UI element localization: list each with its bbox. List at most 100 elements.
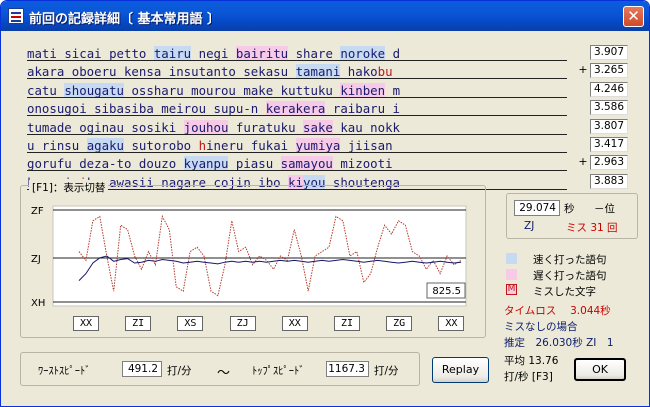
x-label: ZI: [334, 316, 360, 331]
word-normal: ossharu mourou make kuttuku_: [124, 82, 341, 98]
time-loss: タイムロス 3.044秒: [504, 305, 611, 317]
ok-button[interactable]: OK: [574, 358, 626, 381]
word-fast: agaku: [86, 138, 124, 153]
y-label-mid: ZJ: [31, 254, 41, 265]
word-slow: samayou: [280, 156, 333, 172]
window-title: 前回の記録詳細〔 基本常用語 〕: [29, 12, 221, 27]
y-label-top: ZF: [31, 206, 44, 217]
x-label: ZI: [125, 316, 152, 331]
typed-line: catu shougatu ossharu mourou make kuttuk…: [27, 82, 567, 98]
x-label: XX: [73, 316, 99, 331]
word-normal: mizooti: [332, 156, 393, 172]
no-miss-estimate: 推定 26.030秒 ZI 1: [504, 337, 614, 349]
line-time: 3.907: [590, 45, 628, 60]
worst-speed-label: ﾜｰｽﾄｽﾋﾟｰﾄﾞ: [38, 365, 91, 377]
word-normal: catu: [27, 82, 65, 98]
word-fast: tamani: [295, 64, 341, 80]
line-time: 2.963: [590, 155, 628, 171]
legend-slow-label: 遅く打った語句: [533, 270, 607, 282]
worst-speed-unit: 打/分: [167, 365, 192, 377]
close-button[interactable]: ✕: [623, 6, 644, 27]
word-normal: negi: [191, 46, 236, 61]
word-fast: tairu: [153, 46, 192, 61]
word-normal: sicai: [64, 46, 110, 61]
word-normal: akara oboeru kensa insutanto sekasu: [27, 64, 296, 80]
line-time: 3.883: [590, 173, 628, 189]
average-speed-line2: 打/秒 [F3]: [504, 371, 553, 383]
graph-x-labels: XX ZI XS ZJ XX ZI ZG XX: [29, 316, 476, 332]
title-bar[interactable]: 前回の記録詳細〔 基本常用語 〕 ✕: [1, 1, 649, 31]
top-speed-value: 1167.3: [326, 361, 369, 377]
word-slow: sake: [303, 119, 333, 135]
word-normal: share: [288, 46, 341, 61]
record-detail-window: 前回の記録詳細〔 基本常用語 〕 ✕ mati sicai petto tair…: [0, 0, 650, 407]
line-time: 3.417: [590, 137, 628, 152]
graph-toggle-label: [F1]：表示切替: [29, 180, 109, 195]
x-label: XX: [438, 316, 465, 331]
word-fast: kyanpu: [183, 156, 229, 172]
word-slow: jouhou: [183, 119, 229, 135]
total-time-box: 29.074: [514, 200, 560, 216]
word-normal: petto: [109, 46, 154, 61]
word-slow: kerakera: [265, 101, 326, 117]
x-label: XX: [281, 316, 308, 331]
line-time: 3.265: [590, 63, 628, 79]
word-slow: kinben: [340, 82, 386, 98]
y-label-bottom: XH: [31, 298, 45, 309]
word-normal: raibaru i: [325, 101, 401, 117]
typed-line: tumade oginau sosiki jouhou furatuku sak…: [27, 119, 567, 135]
word-miss: h: [198, 138, 207, 153]
legend-miss-swatch: M: [506, 284, 517, 295]
word-fast: shougatu: [64, 82, 124, 98]
word-normal: _: [392, 64, 401, 80]
word-normal: furatuku: [228, 119, 304, 135]
typed-line: gorufu deza-to douzo kyanpu piasu samayo…: [27, 156, 567, 172]
miss-count: ミス 31 回: [566, 222, 618, 234]
worst-speed-value: 491.2: [122, 361, 162, 377]
word-normal: d: [385, 46, 401, 61]
line-time: 4.246: [590, 81, 628, 97]
line-time: 3.807: [590, 118, 628, 134]
legend-slow-swatch: [506, 269, 517, 280]
legend-fast-label: 速く打った語句: [533, 254, 607, 266]
legend-miss-label: ミスした文字: [533, 286, 596, 298]
word-normal: kau nokk: [332, 119, 401, 135]
typed-line: mati sicai petto tairu negi bairitu shar…: [27, 46, 567, 61]
range-tilde: ～: [217, 366, 231, 381]
app-icon: [8, 8, 24, 24]
typed-line: u rinsu_agaku sutorobo hineru fukai yumi…: [27, 138, 567, 153]
word-normal: piasu: [228, 156, 281, 172]
word-miss: bu: [377, 64, 393, 80]
word-fast: noroke: [340, 46, 386, 61]
word-normal: jiisan: [340, 138, 393, 153]
no-miss-title: ミスなしの場合: [504, 321, 578, 333]
word-normal: gorufu deza-to douzo: [27, 156, 184, 172]
rank-label: －位: [594, 203, 615, 215]
word-normal: tumade oginau sosiki: [27, 119, 184, 135]
line-time: 3.586: [590, 100, 628, 116]
word-slow: yumiya: [295, 138, 341, 153]
average-speed-line1: 平均 13.76: [504, 355, 559, 367]
word-normal: rinsu_: [34, 138, 87, 153]
word-normal: ineru fukai: [206, 138, 296, 153]
typed-line: onosugoi sibasiba meirou supu-n kerakera…: [27, 101, 567, 117]
word-normal: hako: [340, 64, 378, 80]
word-normal: onosugoi sibasiba meirou supu-n: [27, 101, 266, 117]
top-speed-label: ﾄｯﾌﾟｽﾋﾟｰﾄﾞ: [252, 365, 305, 377]
seconds-label: 秒: [564, 203, 575, 215]
line-mark: +: [578, 63, 588, 77]
replay-button[interactable]: Replay: [432, 357, 489, 383]
word-normal: mati: [27, 46, 65, 61]
rank-grade: ZJ: [524, 220, 535, 232]
word-slow: bairitu: [235, 46, 289, 61]
word-normal: sutorobo: [124, 138, 199, 153]
x-label: ZG: [386, 316, 413, 331]
typed-line: akara oboeru kensa insutanto sekasu tama…: [27, 64, 567, 80]
top-speed-unit: 打/分: [374, 365, 399, 377]
line-mark: +: [578, 155, 588, 169]
x-label: XS: [177, 316, 204, 331]
speed-graph: ZF ZJ XH 825.5: [31, 205, 467, 309]
graph-readout: 825.5: [432, 286, 461, 297]
word-normal: m: [385, 82, 401, 98]
x-label: ZJ: [229, 316, 256, 331]
